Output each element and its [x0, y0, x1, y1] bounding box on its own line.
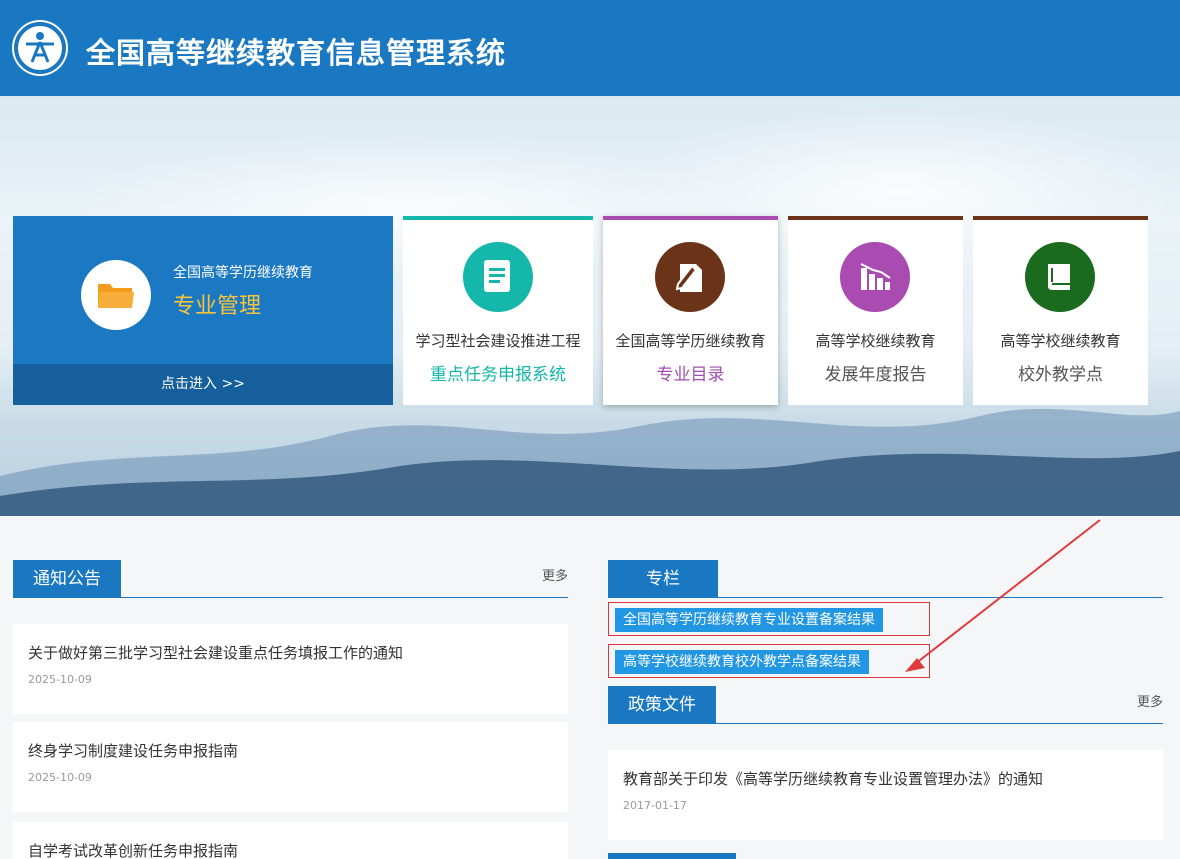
- card-line1: 高等学校继续教育: [1000, 332, 1121, 350]
- notices-tab[interactable]: 通知公告: [13, 560, 121, 598]
- card-offsite-teaching[interactable]: 高等学校继续教育 校外教学点: [973, 216, 1148, 405]
- edit-document-icon: [675, 264, 702, 292]
- folder-icon: [98, 284, 134, 308]
- column-heading: 专栏: [608, 560, 1163, 598]
- site-title: 全国高等继续教育信息管理系统: [86, 36, 507, 70]
- policy-heading: 政策文件 更多: [608, 686, 1163, 724]
- book-icon: [1048, 264, 1070, 290]
- card-subtitle: 全国高等学历继续教育: [173, 265, 313, 281]
- column-link-label[interactable]: 高等学校继续教育校外教学点备案结果: [615, 650, 869, 674]
- card-title: 专业管理: [173, 294, 262, 319]
- card-accent-bar: [603, 216, 778, 220]
- next-section-tab: [608, 853, 736, 859]
- card-line2: 校外教学点: [1018, 365, 1103, 385]
- card-accent-bar: [973, 216, 1148, 220]
- card-line1: 高等学校继续教育: [815, 332, 936, 350]
- notice-date: 2025-10-09: [28, 673, 92, 686]
- notice-item[interactable]: 关于做好第三批学习型社会建设重点任务填报工作的通知 2025-10-09: [13, 624, 568, 714]
- notices-heading: 通知公告 更多: [13, 560, 568, 598]
- policy-more-link[interactable]: 更多: [1137, 691, 1163, 710]
- notice-title[interactable]: 终身学习制度建设任务申报指南: [28, 740, 238, 761]
- card-accent-bar: [788, 216, 963, 220]
- site-logo[interactable]: [12, 20, 68, 76]
- column-tab[interactable]: 专栏: [608, 560, 718, 598]
- enter-button[interactable]: 点击进入 >>: [13, 364, 393, 405]
- notices-more-link[interactable]: 更多: [542, 565, 568, 584]
- bar-chart-icon: [860, 263, 891, 290]
- policy-item[interactable]: 教育部关于印发《高等学历继续教育专业设置管理办法》的通知 2017-01-17: [608, 750, 1163, 840]
- card-line1: 全国高等学历继续教育: [615, 332, 766, 350]
- policy-tab[interactable]: 政策文件: [608, 686, 716, 724]
- card-line2: 发展年度报告: [824, 365, 927, 385]
- notice-date: 2025-10-09: [28, 771, 92, 784]
- card-key-tasks-system[interactable]: 学习型社会建设推进工程 重点任务申报系统: [403, 216, 593, 405]
- column-link-teaching-site-filing[interactable]: 高等学校继续教育校外教学点备案结果: [608, 644, 930, 678]
- card-icon-wrap: [81, 260, 151, 330]
- policy-title[interactable]: 教育部关于印发《高等学历继续教育专业设置管理办法》的通知: [623, 768, 1043, 789]
- card-line2: 专业目录: [656, 365, 725, 385]
- logo-icon: [14, 22, 66, 74]
- card-annual-report[interactable]: 高等学校继续教育 发展年度报告: [788, 216, 963, 405]
- column-link-major-filing[interactable]: 全国高等学历继续教育专业设置备案结果: [608, 602, 930, 636]
- notice-item[interactable]: 终身学习制度建设任务申报指南 2025-10-09: [13, 722, 568, 812]
- notice-title[interactable]: 自学考试改革创新任务申报指南: [28, 840, 238, 859]
- policy-date: 2017-01-17: [623, 799, 687, 812]
- card-accent-bar: [403, 216, 593, 220]
- card-line1: 学习型社会建设推进工程: [415, 332, 581, 350]
- document-icon: [484, 260, 510, 292]
- card-major-catalog[interactable]: 全国高等学历继续教育 专业目录: [603, 216, 778, 405]
- card-icon-wrap: [1025, 242, 1095, 312]
- notice-item[interactable]: 自学考试改革创新任务申报指南: [13, 822, 568, 859]
- major-management-card[interactable]: 全国高等学历继续教育 专业管理 点击进入 >>: [13, 216, 393, 405]
- notice-title[interactable]: 关于做好第三批学习型社会建设重点任务填报工作的通知: [28, 642, 403, 663]
- card-line2: 重点任务申报系统: [430, 365, 566, 385]
- card-icon-wrap: [840, 242, 910, 312]
- column-link-label[interactable]: 全国高等学历继续教育专业设置备案结果: [615, 608, 883, 632]
- site-header: 全国高等继续教育信息管理系统: [0, 0, 1180, 96]
- card-icon-wrap: [655, 242, 725, 312]
- card-icon-wrap: [463, 242, 533, 312]
